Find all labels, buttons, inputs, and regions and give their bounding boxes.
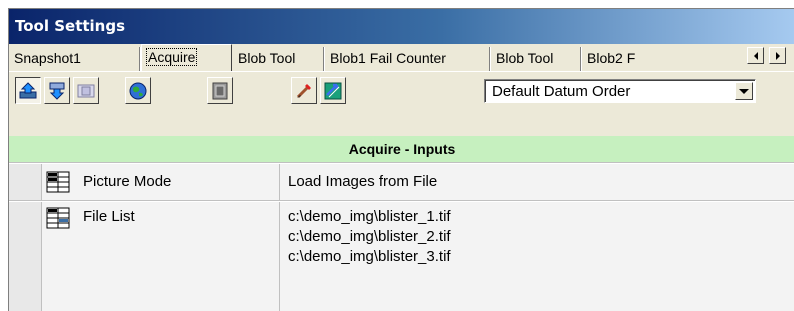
file-list-item: c:\demo_img\blister_1.tif [288,208,451,225]
tab-acquire[interactable]: Acquire [141,44,232,71]
property-row-file-list[interactable]: File List c:\demo_img\blister_1.tif c:\d… [9,202,794,311]
file-list-item: c:\demo_img\blister_2.tif [288,228,451,245]
tab-scroll-right-button[interactable] [769,47,786,64]
tab-blob-tool-2[interactable]: Blob Tool [491,47,581,71]
edit-brush-button[interactable] [291,77,317,104]
property-name: File List [83,208,135,225]
tab-blob2-f[interactable]: Blob2 F [582,47,743,71]
tab-blob1-fail-counter[interactable]: Blob1 Fail Counter [325,47,490,71]
move-up-button[interactable] [15,77,41,104]
section-title: Acquire - Inputs [348,141,456,157]
display-icon [212,82,228,99]
move-down-button[interactable] [44,77,70,104]
select-dropdown-button[interactable] [735,82,753,100]
move-down-icon [49,82,65,100]
section-header: Acquire - Inputs [9,136,794,163]
property-value[interactable]: Load Images from File [288,173,437,190]
property-row-picture-mode[interactable]: Picture Mode Load Images from File [9,164,794,201]
datum-order-select[interactable]: Default Datum Order [484,79,756,103]
rename-button[interactable] [73,77,99,104]
window-title: Tool Settings [15,17,126,35]
rename-icon [77,84,95,97]
property-grid-icon [46,207,70,229]
arrow-left-icon [753,51,758,60]
property-grid: Acquire - Inputs Picture Mode Load Image… [9,136,794,311]
title-bar[interactable]: Tool Settings [9,9,794,44]
property-grid-icon [46,171,70,193]
file-list-values[interactable]: c:\demo_img\blister_1.tif c:\demo_img\bl… [288,207,451,267]
toolbar: Default Datum Order [9,71,794,109]
chevron-down-icon [739,88,749,94]
arrow-right-icon [775,51,780,60]
tab-scroll-left-button[interactable] [747,47,764,64]
datum-arrows-icon [324,82,342,99]
tab-blob-tool-1[interactable]: Blob Tool [233,47,324,71]
datum-order-value: Default Datum Order [492,83,631,100]
file-list-item: c:\demo_img\blister_3.tif [288,248,451,265]
globe-button[interactable] [125,77,151,104]
edit-brush-icon [296,83,311,98]
display-button[interactable] [207,77,233,104]
move-up-icon [19,81,37,98]
tab-strip: Snapshot1 Acquire Blob Tool Blob1 Fail C… [9,44,794,71]
property-name: Picture Mode [83,173,172,190]
tab-snapshot1[interactable]: Snapshot1 [9,47,140,71]
datum-order-button[interactable] [320,77,346,104]
globe-icon [129,82,147,99]
tool-settings-window: Tool Settings Snapshot1 Acquire Blob Too… [8,8,794,311]
